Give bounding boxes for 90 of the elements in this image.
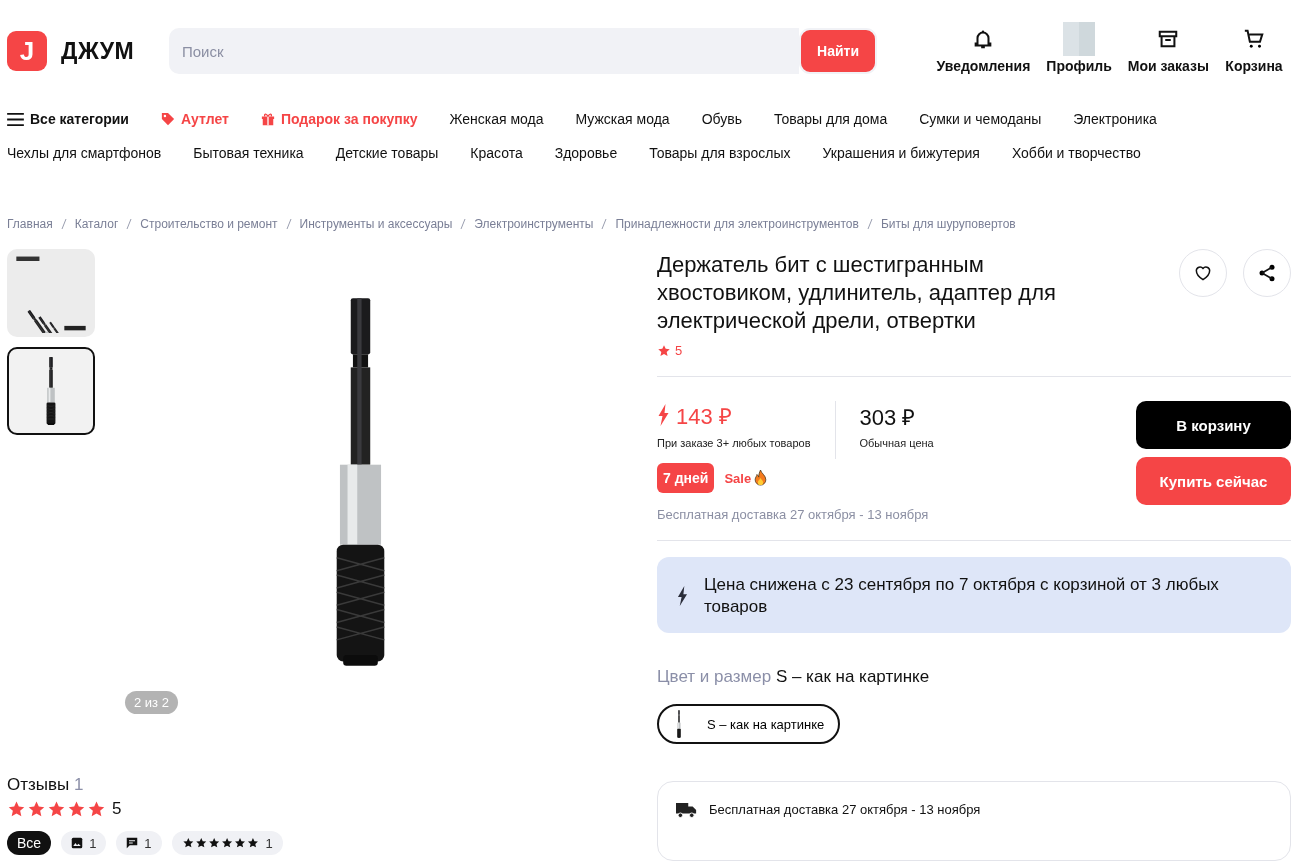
share-button[interactable]	[1243, 249, 1291, 297]
category-link[interactable]: Бытовая техника	[193, 145, 304, 161]
star-icon	[7, 799, 26, 819]
separator-icon	[866, 219, 873, 229]
gift-icon	[260, 112, 275, 126]
rating-score: 5	[112, 799, 122, 819]
cart-icon	[1243, 28, 1265, 50]
logo-icon[interactable]: J	[7, 31, 47, 71]
header-link[interactable]: Уведомления	[928, 22, 1039, 74]
promo-text: Цена снижена с 23 сентября по 7 октября с корзиной от 3 любых товаров	[704, 574, 1220, 618]
header-link-label: Мои заказы	[1127, 58, 1209, 74]
header-link[interactable]: Профиль	[1038, 22, 1120, 74]
category-link-label: Аутлет	[181, 111, 229, 127]
breadcrumb-link[interactable]: Электроинструменты	[474, 217, 594, 231]
image-counter: 2 из 2	[125, 691, 178, 714]
sale-label: Sale	[724, 470, 752, 486]
price-note: При заказе 3+ любых товаров	[657, 437, 811, 449]
review-filter[interactable]: 1	[61, 831, 107, 855]
variant-heading: Цвет и размер S – как на картинке	[657, 667, 931, 687]
separator-icon	[285, 219, 292, 229]
truck-icon	[676, 802, 697, 818]
category-link[interactable]: Красота	[470, 145, 523, 161]
tag-icon	[161, 112, 175, 126]
variant-option[interactable]: S – как на картинке	[657, 704, 841, 744]
category-link[interactable]: Женская мода	[449, 111, 544, 127]
regular-price: 303 ₽	[859, 404, 917, 429]
category-link-label: Все категории	[30, 111, 129, 127]
comment-icon	[126, 837, 139, 849]
lightning-icon	[657, 404, 670, 426]
category-link[interactable]: Обувь	[701, 111, 742, 127]
search-button[interactable]: Найти	[799, 28, 877, 74]
star-icon	[47, 799, 66, 819]
search-field[interactable]: Поиск	[169, 28, 799, 74]
breadcrumb-link[interactable]: Биты для шуруповертов	[880, 217, 1016, 231]
favorite-button[interactable]	[1179, 249, 1227, 297]
header-link[interactable]: Мои заказы	[1119, 22, 1217, 74]
days-badge: 7 дней	[657, 463, 715, 493]
header-link-label: Профиль	[1046, 58, 1112, 74]
box-icon	[1157, 28, 1180, 50]
header-link-label: Уведомления	[936, 58, 1031, 74]
image-icon	[71, 837, 84, 849]
header-link[interactable]: Корзина	[1217, 22, 1291, 74]
category-link[interactable]: Электроника	[1073, 111, 1157, 127]
separator-icon	[601, 219, 608, 229]
fire-icon	[754, 470, 768, 486]
separator-icon	[460, 219, 467, 229]
category-link[interactable]: Сумки и чемоданы	[919, 111, 1042, 127]
delivery-text: Бесплатная доставка 27 октября - 13 ноября	[709, 802, 981, 817]
category-link[interactable]: Хобби и творчество	[1011, 145, 1141, 161]
category-link[interactable]: Товары для взрослых	[649, 145, 791, 161]
star-icon	[87, 799, 106, 819]
breadcrumb-link[interactable]: Принадлежности для электроинструментов	[615, 217, 859, 231]
buy-now-button[interactable]: Купить сейчас	[1136, 457, 1291, 505]
product-title: Держатель бит с шестигранным хвостовиком, удлинитель, адаптер для электрической дрели, отвертки	[657, 251, 1057, 335]
category-link[interactable]: Украшения и бижутерия	[822, 145, 980, 161]
breadcrumb-link[interactable]: Строительство и ремонт	[140, 217, 278, 231]
star-icon	[27, 799, 46, 819]
lightning-icon	[677, 586, 688, 606]
breadcrumb-link[interactable]: Инструменты и аксессуары	[299, 217, 453, 231]
category-link[interactable]: Чехлы для смартфонов	[7, 145, 162, 161]
breadcrumb-link[interactable]: Главная	[7, 217, 53, 231]
category-link[interactable]: Товары для дома	[773, 111, 888, 127]
category-link[interactable]: Мужская мода	[575, 111, 670, 127]
avatar-placeholder	[1063, 22, 1096, 56]
category-link[interactable]: Аутлет	[161, 111, 229, 127]
sale-price: 143 ₽	[676, 403, 732, 430]
heart-icon	[1193, 263, 1213, 283]
delivery-info: Бесплатная доставка 27 октября - 13 ноября	[657, 507, 930, 522]
separator-icon	[126, 219, 133, 229]
bit-holder-drawing	[675, 710, 683, 738]
separator-icon	[60, 219, 67, 229]
breadcrumb-link[interactable]: Каталог	[74, 217, 119, 231]
stars-icon	[181, 837, 260, 849]
rating-value: 5	[675, 343, 683, 358]
add-to-cart-button[interactable]: В корзину	[1136, 401, 1291, 449]
brand-name: ДЖУМ	[61, 37, 136, 65]
review-filter[interactable]: 1	[171, 831, 283, 855]
review-filter[interactable]: 1	[116, 831, 162, 855]
menu-icon	[7, 112, 24, 126]
review-filter[interactable]: Все	[7, 831, 52, 855]
price-note: Обычная цена	[859, 437, 934, 449]
thumbnail[interactable]	[7, 347, 95, 435]
share-icon	[1257, 263, 1277, 283]
reviews-heading: Отзывы 1	[7, 775, 85, 796]
category-link[interactable]: Детские товары	[335, 145, 439, 161]
header-link-label: Корзина	[1225, 58, 1283, 74]
star-icon	[67, 799, 86, 819]
category-link[interactable]: Все категории	[7, 111, 129, 127]
category-link[interactable]: Здоровье	[554, 145, 618, 161]
star-icon	[657, 343, 671, 358]
